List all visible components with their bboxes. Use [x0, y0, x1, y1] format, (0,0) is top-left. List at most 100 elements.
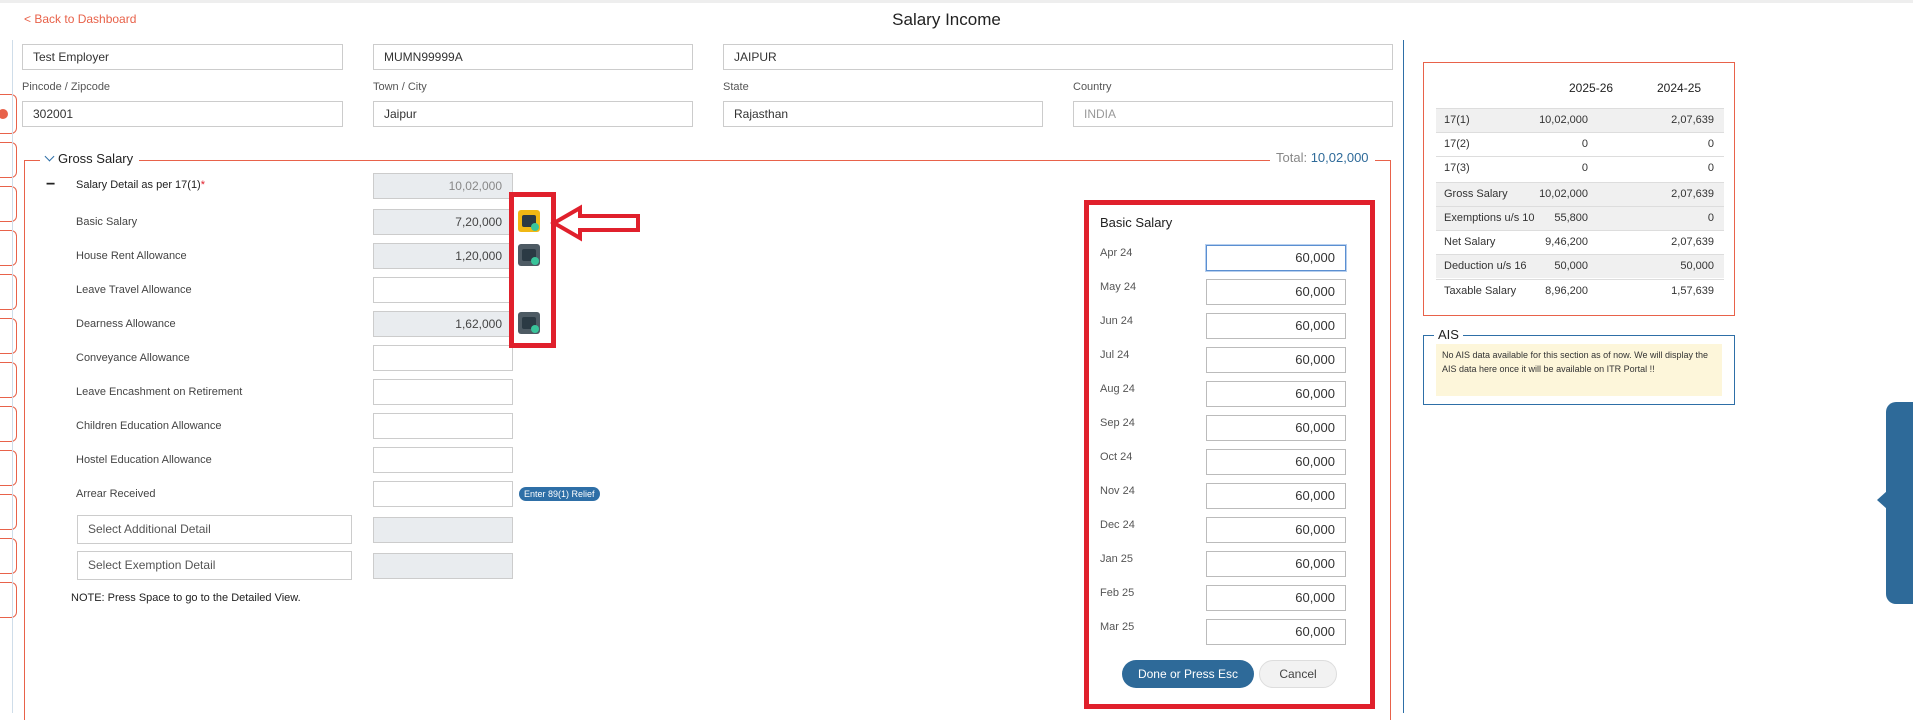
required-mark: * — [200, 179, 206, 191]
left-arrow-annotation — [550, 204, 640, 242]
summary-row-previous: 50,000 — [1680, 260, 1714, 272]
month-label: Jan 25 — [1100, 553, 1134, 565]
drawer-arrow-icon[interactable] — [1877, 491, 1887, 509]
salary-detail-value: 10,02,000 — [373, 173, 513, 199]
month-value-field[interactable]: 60,000 — [1206, 415, 1346, 441]
side-drawer-handle[interactable] — [1886, 402, 1913, 604]
summary-row-previous: 2,07,639 — [1671, 188, 1714, 200]
leave-encashment-field[interactable] — [373, 379, 513, 405]
ais-title: AIS — [1434, 327, 1463, 342]
left-nav-tab-11[interactable] — [0, 538, 17, 574]
right-divider — [1403, 40, 1404, 713]
address-field[interactable]: JAIPUR — [723, 44, 1393, 70]
town-field[interactable]: Jaipur — [373, 101, 693, 127]
month-value-field[interactable]: 60,000 — [1206, 347, 1346, 373]
summary-row-current: 50,000 — [1554, 260, 1588, 272]
gross-salary-title: Gross Salary — [58, 151, 134, 166]
month-label: Feb 25 — [1100, 587, 1135, 599]
country-label: Country — [1073, 81, 1112, 93]
children-education-field[interactable] — [373, 413, 513, 439]
summary-row-label: Exemptions u/s 10 — [1444, 212, 1535, 224]
summary-row-previous: 1,57,639 — [1671, 285, 1714, 297]
month-label: Dec 24 — [1100, 519, 1135, 531]
left-nav-tab-5[interactable] — [0, 274, 17, 310]
month-label: Jun 24 — [1100, 315, 1134, 327]
children-education-label: Children Education Allowance — [76, 420, 222, 432]
page-title: Salary Income — [892, 10, 1001, 29]
country-field: INDIA — [1073, 101, 1393, 127]
month-label: May 24 — [1100, 281, 1137, 293]
arrear-field[interactable] — [373, 481, 513, 507]
month-value-field[interactable]: 60,000 — [1206, 245, 1346, 271]
month-value-field[interactable]: 60,000 — [1206, 517, 1346, 543]
month-value-field[interactable]: 60,000 — [1206, 585, 1346, 611]
month-label: Apr 24 — [1100, 247, 1133, 259]
month-value-field[interactable]: 60,000 — [1206, 483, 1346, 509]
month-value-field[interactable]: 60,000 — [1206, 381, 1346, 407]
conveyance-field[interactable] — [373, 345, 513, 371]
month-value-field[interactable]: 60,000 — [1206, 551, 1346, 577]
basic-salary-label: Basic Salary — [76, 216, 138, 228]
cancel-button[interactable]: Cancel — [1259, 660, 1337, 688]
month-value-field[interactable]: 60,000 — [1206, 449, 1346, 475]
summary-row-previous: 0 — [1707, 212, 1714, 224]
salary-detail-label: Salary Detail as per 17(1)* — [76, 179, 205, 191]
summary-row-previous: 0 — [1707, 138, 1714, 150]
tan-field[interactable]: MUMN99999A — [373, 44, 693, 70]
left-nav-tab-9[interactable] — [0, 450, 17, 486]
state-field[interactable]: Rajasthan — [723, 101, 1043, 127]
monthly-panel-title: Basic Salary — [1100, 215, 1173, 230]
summary-row-label: 17(2) — [1444, 138, 1470, 150]
hostel-education-field[interactable] — [373, 447, 513, 473]
summary-row-current: 10,02,000 — [1539, 114, 1588, 126]
total-label: Total: — [1276, 150, 1308, 165]
month-value-field[interactable]: 60,000 — [1206, 279, 1346, 305]
da-label: Dearness Allowance — [76, 318, 176, 330]
left-nav-tab-6[interactable] — [0, 318, 17, 354]
left-nav-tab-1[interactable] — [0, 94, 17, 134]
pincode-field[interactable]: 302001 — [22, 101, 343, 127]
collapse-toggle[interactable]: − — [46, 176, 55, 194]
left-nav-tab-4[interactable] — [0, 230, 17, 266]
arrear-label: Arrear Received — [76, 488, 156, 500]
additional-detail-select[interactable]: Select Additional Detail — [77, 515, 352, 544]
summary-row-current: 8,96,200 — [1545, 285, 1588, 297]
summary-row: 17(2) 0 0 — [1436, 132, 1724, 156]
pincode-label: Pincode / Zipcode — [22, 81, 111, 93]
month-value-field[interactable]: 60,000 — [1206, 619, 1346, 645]
lta-field[interactable] — [373, 277, 513, 303]
state-label: State — [723, 81, 749, 93]
summary-row-current: 55,800 — [1554, 212, 1588, 224]
exemption-detail-select[interactable]: Select Exemption Detail — [77, 551, 352, 580]
da-field[interactable]: 1,62,000 — [373, 311, 513, 337]
relief-89-badge[interactable]: Enter 89(1) Relief — [519, 487, 600, 501]
month-value-field[interactable]: 60,000 — [1206, 313, 1346, 339]
hra-field[interactable]: 1,20,000 — [373, 243, 513, 269]
summary-row-label: 17(1) — [1444, 114, 1470, 126]
summary-row-previous: 2,07,639 — [1671, 114, 1714, 126]
summary-row-current: 0 — [1581, 162, 1588, 174]
left-nav-tab-10[interactable] — [0, 494, 17, 530]
done-button[interactable]: Done or Press Esc — [1122, 660, 1254, 688]
basic-salary-field[interactable]: 7,20,000 — [373, 209, 513, 235]
gross-salary-header[interactable]: Gross Salary — [40, 151, 140, 166]
month-label: Sep 24 — [1100, 417, 1135, 429]
left-nav-tab-2[interactable] — [0, 142, 17, 178]
hostel-education-label: Hostel Education Allowance — [76, 454, 212, 466]
left-divider — [12, 40, 13, 713]
left-nav-tab-12[interactable] — [0, 582, 17, 618]
left-nav-tab-8[interactable] — [0, 406, 17, 442]
summary-row-label: 17(3) — [1444, 162, 1470, 174]
summary-col-2025: 2025-26 — [1569, 81, 1614, 95]
gross-salary-total: Total: 10,02,000 — [1270, 150, 1375, 165]
town-label: Town / City — [373, 81, 427, 93]
summary-row-label: Gross Salary — [1444, 188, 1508, 200]
summary-row-label: Taxable Salary — [1444, 285, 1517, 297]
summary-row-current: 10,02,000 — [1539, 188, 1588, 200]
summary-col-2024: 2024-25 — [1657, 81, 1702, 95]
summary-row: 17(1) 10,02,000 2,07,639 — [1436, 108, 1724, 132]
lta-label: Leave Travel Allowance — [76, 284, 192, 296]
left-nav-tab-7[interactable] — [0, 362, 17, 398]
left-nav-tab-3[interactable] — [0, 186, 17, 222]
employer-name-field[interactable]: Test Employer — [22, 44, 343, 70]
